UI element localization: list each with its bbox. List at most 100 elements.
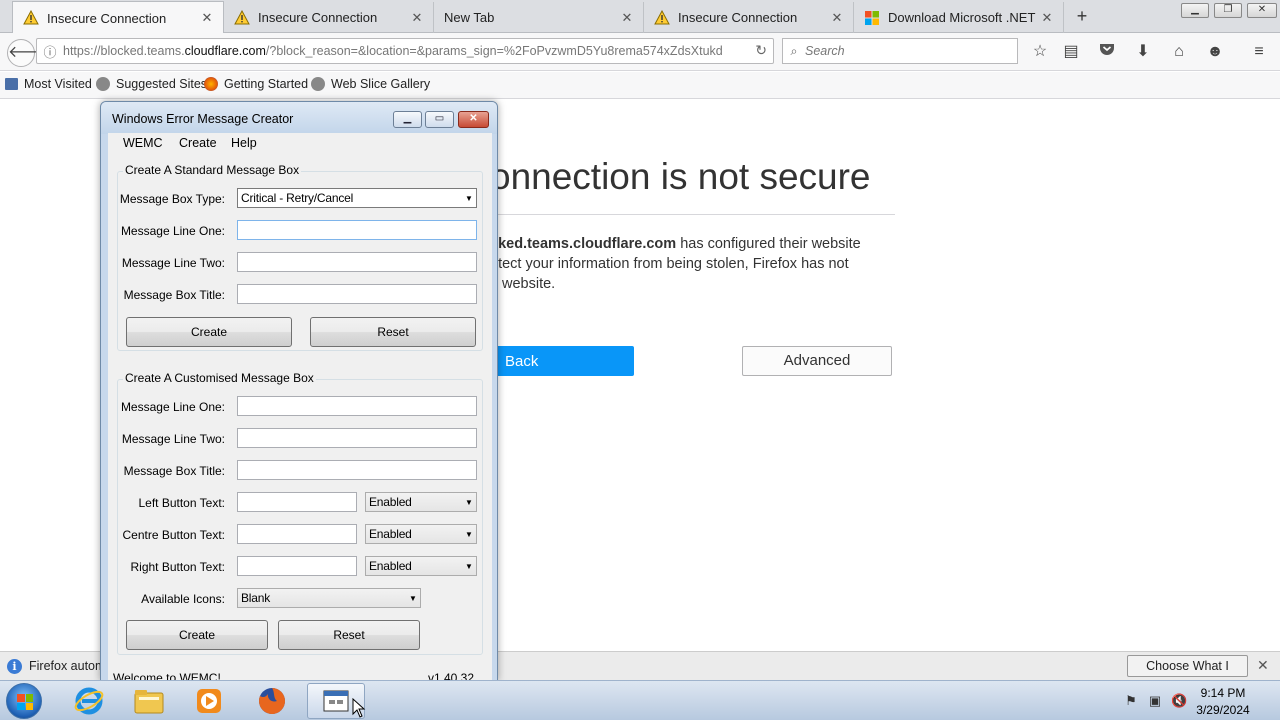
right-button-text-input[interactable]	[237, 556, 357, 576]
tab-new-tab[interactable]: New Tab ✕	[434, 2, 644, 33]
info-icon[interactable]: ⓘ	[37, 42, 63, 61]
tab-close-icon[interactable]: ✕	[619, 10, 635, 26]
navigation-toolbar: 🡐 ⓘ https://blocked.teams.cloudflare.com…	[0, 33, 1280, 71]
globe-icon	[96, 77, 110, 91]
taskbar-internet-explorer[interactable]	[60, 683, 118, 719]
url-domain: cloudflare.com	[184, 44, 266, 58]
clock-time[interactable]: 9:14 PM	[1178, 686, 1268, 700]
menu-icon[interactable]: ≡	[1248, 41, 1270, 63]
choose-what-i-share-button[interactable]: Choose What I Share	[1127, 655, 1248, 693]
menu-create[interactable]: Create	[179, 136, 217, 150]
bookmark-star-icon[interactable]: ☆	[1029, 41, 1051, 63]
tab-download-dotnet[interactable]: Download Microsoft .NET ... ✕	[854, 2, 1064, 33]
folder-icon	[134, 690, 164, 714]
divider	[495, 214, 895, 215]
close-icon[interactable]: ✕	[1247, 3, 1277, 18]
firefox-icon	[259, 688, 285, 714]
message-line-two-input[interactable]	[237, 252, 477, 272]
info-icon: i	[7, 659, 22, 674]
url-bar[interactable]: ⓘ https://blocked.teams.cloudflare.com/?…	[36, 38, 774, 64]
bookmark-label: Getting Started	[224, 77, 309, 91]
standard-reset-button[interactable]: Reset	[310, 317, 476, 347]
tab-title: New Tab	[444, 10, 495, 25]
start-button[interactable]	[6, 683, 42, 719]
globe-icon	[311, 77, 325, 91]
custom-line-two-input[interactable]	[237, 428, 477, 448]
tab-insecure-connection-3[interactable]: Insecure Connection ✕	[644, 2, 854, 33]
taskbar-firefox[interactable]	[243, 683, 301, 719]
action-center-flag-icon[interactable]: ⚑	[1123, 693, 1139, 709]
search-input[interactable]: ⌕ Search	[782, 38, 1018, 64]
browser-tab-bar: Insecure Connection ✕ Insecure Connectio…	[0, 0, 1280, 34]
message-box-type-value: Critical - Retry/Cancel	[241, 191, 354, 205]
wemc-title-bar[interactable]: Windows Error Message Creator ▁ ▭ ✕	[101, 102, 497, 134]
minimize-icon[interactable]: ▁	[1181, 3, 1209, 18]
taskbar-file-explorer[interactable]	[120, 683, 178, 719]
close-icon[interactable]: ✕	[458, 111, 489, 128]
centre-button-text-input[interactable]	[237, 524, 357, 544]
message-box-type-select[interactable]: Critical - Retry/Cancel ▼	[237, 188, 477, 208]
network-icon[interactable]: ▣	[1147, 693, 1163, 709]
left-button-state-value: Enabled	[369, 495, 412, 509]
message-line-one-input[interactable]	[237, 220, 477, 240]
search-icon: ⌕	[790, 43, 798, 58]
taskbar-media-player[interactable]	[180, 683, 238, 719]
tab-close-icon[interactable]: ✕	[829, 10, 845, 26]
bookmark-label: Web Slice Gallery	[331, 77, 431, 91]
restore-icon[interactable]: ❐	[1214, 3, 1242, 18]
chat-icon[interactable]: ☻	[1204, 41, 1226, 63]
home-icon[interactable]: ⌂	[1168, 41, 1190, 63]
minimize-icon[interactable]: ▁	[393, 111, 422, 128]
chevron-down-icon: ▼	[465, 561, 473, 571]
download-icon[interactable]: ⬇	[1132, 41, 1154, 63]
mouse-cursor-icon	[352, 698, 366, 718]
search-placeholder: Search	[805, 44, 845, 58]
right-button-state-select[interactable]: Enabled ▼	[365, 556, 477, 576]
custom-line-two-label: Message Line Two:	[121, 432, 225, 446]
left-button-text-input[interactable]	[237, 492, 357, 512]
custom-group-label: Create A Customised Message Box	[123, 371, 316, 385]
tab-title: Insecure Connection	[258, 10, 378, 25]
message-line-two-label: Message Line Two:	[121, 256, 225, 270]
tab-insecure-connection-1[interactable]: Insecure Connection ✕	[12, 1, 224, 34]
bookmark-folder-icon	[5, 78, 18, 90]
custom-create-button[interactable]: Create	[126, 620, 268, 650]
standard-create-button[interactable]: Create	[126, 317, 292, 347]
tab-close-icon[interactable]: ✕	[199, 10, 215, 26]
reading-list-icon[interactable]: ▤	[1060, 41, 1082, 63]
tab-insecure-connection-2[interactable]: Insecure Connection ✕	[224, 2, 434, 33]
pocket-icon[interactable]	[1096, 41, 1118, 63]
clock-date[interactable]: 3/29/2024	[1178, 703, 1268, 717]
left-button-state-select[interactable]: Enabled ▼	[365, 492, 477, 512]
reload-icon[interactable]: ↻	[755, 42, 767, 59]
media-player-icon	[197, 689, 221, 713]
close-icon[interactable]: ✕	[1257, 657, 1269, 674]
menu-help[interactable]: Help	[231, 136, 257, 150]
tab-close-icon[interactable]: ✕	[1039, 10, 1055, 26]
url-suffix: /?block_reason=&location=&params_sign=%2…	[265, 44, 723, 58]
wemc-client-area: WEMC Create Help Create A Standard Messa…	[108, 133, 492, 680]
go-back-button[interactable]: Back	[495, 346, 634, 376]
centre-button-state-select[interactable]: Enabled ▼	[365, 524, 477, 544]
warning-icon	[234, 9, 250, 26]
maximize-icon[interactable]: ▭	[425, 111, 454, 128]
advanced-button[interactable]: Advanced	[742, 346, 892, 376]
message-box-title-input[interactable]	[237, 284, 477, 304]
custom-title-label: Message Box Title:	[123, 464, 225, 478]
description-line-3: website.	[502, 276, 556, 292]
custom-title-input[interactable]	[237, 460, 477, 480]
new-tab-button[interactable]: +	[1071, 5, 1093, 27]
custom-line-one-label: Message Line One:	[120, 400, 225, 414]
bookmark-suggested-sites[interactable]: Suggested Sites	[96, 77, 207, 91]
bookmark-label: Suggested Sites	[116, 77, 208, 91]
menu-wemc[interactable]: WEMC	[123, 136, 163, 150]
back-button[interactable]: 🡐	[7, 39, 51, 67]
bookmark-most-visited[interactable]: Most Visited	[5, 77, 92, 91]
custom-line-one-input[interactable]	[237, 396, 477, 416]
available-icons-select[interactable]: Blank ▼	[237, 588, 421, 608]
chevron-down-icon: ▼	[465, 497, 473, 507]
bookmark-getting-started[interactable]: Getting Started	[204, 77, 308, 91]
bookmark-web-slice-gallery[interactable]: Web Slice Gallery	[311, 77, 430, 91]
custom-reset-button[interactable]: Reset	[278, 620, 420, 650]
tab-close-icon[interactable]: ✕	[409, 10, 425, 26]
